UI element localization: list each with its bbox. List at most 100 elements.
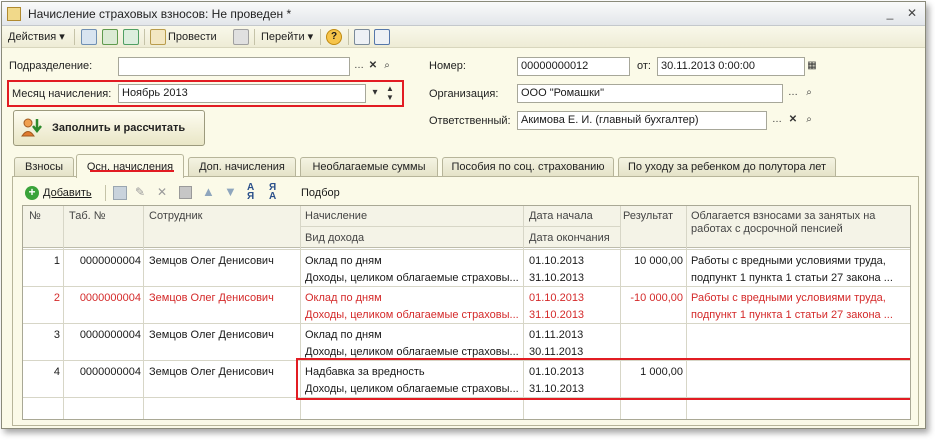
select-ellipsis-icon[interactable]: …: [770, 112, 784, 129]
row-number[interactable]: 1: [23, 255, 60, 268]
row-date-start[interactable]: 01.10.2013: [529, 255, 584, 268]
chevron-down-icon: ▾: [59, 31, 65, 43]
organization-field[interactable]: ООО "Ромашки": [517, 84, 783, 103]
row-result[interactable]: 10 000,00: [621, 255, 683, 268]
clear-icon[interactable]: ✕: [786, 112, 800, 129]
person-download-icon: [20, 116, 44, 140]
row-taxed-line2[interactable]: подпункт 1 пункта 1 статьи 27 закона ...: [691, 309, 909, 322]
header-subdivider: [300, 226, 620, 227]
organization-label: Организация:: [429, 88, 499, 100]
row-result[interactable]: -10 000,00: [621, 292, 683, 305]
copy-document-icon[interactable]: [123, 29, 139, 45]
save-row-icon[interactable]: [179, 186, 192, 199]
delete-icon[interactable]: ✕: [157, 185, 167, 199]
row-date-start[interactable]: 01.10.2013: [529, 292, 584, 305]
number-field[interactable]: 00000000012: [517, 57, 630, 76]
row-taxed-line2[interactable]: подпункт 1 пункта 1 статьи 27 закона ...: [691, 272, 909, 285]
copy-row-icon[interactable]: [113, 186, 127, 200]
document-icon: [7, 7, 21, 21]
col-header-number: №: [29, 210, 41, 222]
row-tab-number[interactable]: 0000000004: [67, 255, 141, 268]
minimize-icon[interactable]: _: [882, 6, 898, 21]
row-highlight-frame: [296, 358, 910, 400]
tab-non-taxable[interactable]: Необлагаемые суммы: [300, 157, 438, 177]
row-income-type[interactable]: Доходы, целиком облагаемые страховы...: [305, 309, 520, 322]
add-icon: +: [25, 186, 39, 200]
col-header-tab-number: Таб. №: [69, 210, 106, 222]
row-number[interactable]: 4: [23, 366, 60, 379]
select-rows-button[interactable]: Подбор: [301, 187, 340, 199]
row-tab-number[interactable]: 0000000004: [67, 292, 141, 305]
move-down-icon[interactable]: ▼: [224, 184, 237, 199]
actions-menu[interactable]: Действия ▾: [8, 29, 65, 45]
col-header-accrual: Начисление: [305, 210, 368, 222]
row-employee[interactable]: Земцов Олег Денисович: [149, 329, 297, 342]
close-icon[interactable]: ✕: [904, 6, 920, 21]
chevron-down-icon: ▾: [307, 31, 314, 43]
search-icon[interactable]: ⌕: [802, 85, 816, 102]
toolbar-divider: [320, 29, 321, 45]
row-number[interactable]: 2: [23, 292, 60, 305]
row-tab-number[interactable]: 0000000004: [67, 366, 141, 379]
window-title: Начисление страховых взносов: Не проведе…: [28, 7, 292, 21]
tab-social-benefits[interactable]: Пособия по соц. страхованию: [442, 157, 614, 177]
row-date-end[interactable]: 31.10.2013: [529, 272, 584, 285]
select-ellipsis-icon[interactable]: …: [786, 85, 800, 102]
search-icon[interactable]: ⌕: [802, 112, 816, 129]
row-employee[interactable]: Земцов Олег Денисович: [149, 255, 297, 268]
tab-main-accruals[interactable]: Осн. начисления: [76, 154, 184, 178]
move-up-icon[interactable]: ▲: [202, 184, 215, 199]
row-accrual[interactable]: Оклад по дням: [305, 292, 520, 305]
tab-contributions[interactable]: Взносы: [14, 157, 74, 177]
row-employee[interactable]: Земцов Олег Денисович: [149, 366, 297, 379]
row-divider: [23, 286, 910, 287]
row-taxed-line1[interactable]: Работы с вредными условиями труда,: [691, 255, 909, 268]
row-date-end[interactable]: 31.10.2013: [529, 309, 584, 322]
goto-label: Перейти: [261, 31, 305, 43]
row-accrual[interactable]: Оклад по дням: [305, 329, 520, 342]
toolbar-divider: [348, 29, 349, 45]
col-header-result: Результат: [623, 210, 674, 222]
refresh-icon[interactable]: [102, 29, 118, 45]
table-header: № Таб. № Сотрудник Начисление Вид дохода…: [23, 206, 910, 248]
row-income-type[interactable]: Доходы, целиком облагаемые страховы...: [305, 272, 520, 285]
row-employee[interactable]: Земцов Олег Денисович: [149, 292, 297, 305]
responsible-field[interactable]: Акимова Е. И. (главный бухгалтер): [517, 111, 767, 130]
toolbar-divider: [144, 29, 145, 45]
accruals-table: № Таб. № Сотрудник Начисление Вид дохода…: [22, 205, 911, 420]
tab-additional-accruals[interactable]: Доп. начисления: [188, 157, 296, 177]
row-date-start[interactable]: 01.11.2013: [529, 329, 583, 342]
fill-and-calculate-button[interactable]: Заполнить и рассчитать: [13, 110, 205, 146]
clear-icon[interactable]: ✕: [366, 58, 380, 75]
col-header-taxed-line2: работах с досрочной пенсией: [691, 223, 843, 235]
toolbar: Действия ▾ Провести Перейти ▾ ?: [2, 26, 925, 48]
department-field[interactable]: [118, 57, 350, 76]
document-window: Начисление страховых взносов: Не проведе…: [1, 1, 926, 429]
goto-menu[interactable]: Перейти ▾: [261, 29, 313, 45]
list-view-icon[interactable]: [354, 29, 370, 45]
row-tab-number[interactable]: 0000000004: [67, 329, 141, 342]
sort-descending-icon[interactable]: ЯA: [269, 183, 276, 202]
structure-icon[interactable]: [374, 29, 390, 45]
help-icon[interactable]: ?: [326, 29, 342, 45]
print-icon[interactable]: [233, 29, 249, 45]
title-bar: Начисление страховых взносов: Не проведе…: [2, 2, 925, 26]
date-field[interactable]: 30.11.2013 0:00:00: [657, 57, 805, 76]
toolbar-divider: [105, 185, 106, 201]
calendar-icon[interactable]: ▦: [805, 58, 819, 75]
add-row-button[interactable]: Добавить: [43, 187, 92, 199]
select-ellipsis-icon[interactable]: …: [352, 58, 366, 75]
row-accrual[interactable]: Оклад по дням: [305, 255, 520, 268]
column-divider: [63, 206, 64, 419]
tab-childcare[interactable]: По уходу за ребенком до полутора лет: [618, 157, 836, 177]
number-label: Номер:: [429, 60, 466, 72]
date-label: от:: [637, 60, 651, 72]
edit-icon[interactable]: ✎: [135, 185, 145, 199]
row-number[interactable]: 3: [23, 329, 60, 342]
sort-ascending-icon[interactable]: AЯ: [247, 183, 254, 202]
row-taxed-line1[interactable]: Работы с вредными условиями труда,: [691, 292, 909, 305]
search-icon[interactable]: ⌕: [380, 58, 394, 75]
save-icon[interactable]: [81, 29, 97, 45]
fill-button-label: Заполнить и рассчитать: [52, 122, 186, 134]
post-button[interactable]: Провести: [168, 29, 217, 45]
